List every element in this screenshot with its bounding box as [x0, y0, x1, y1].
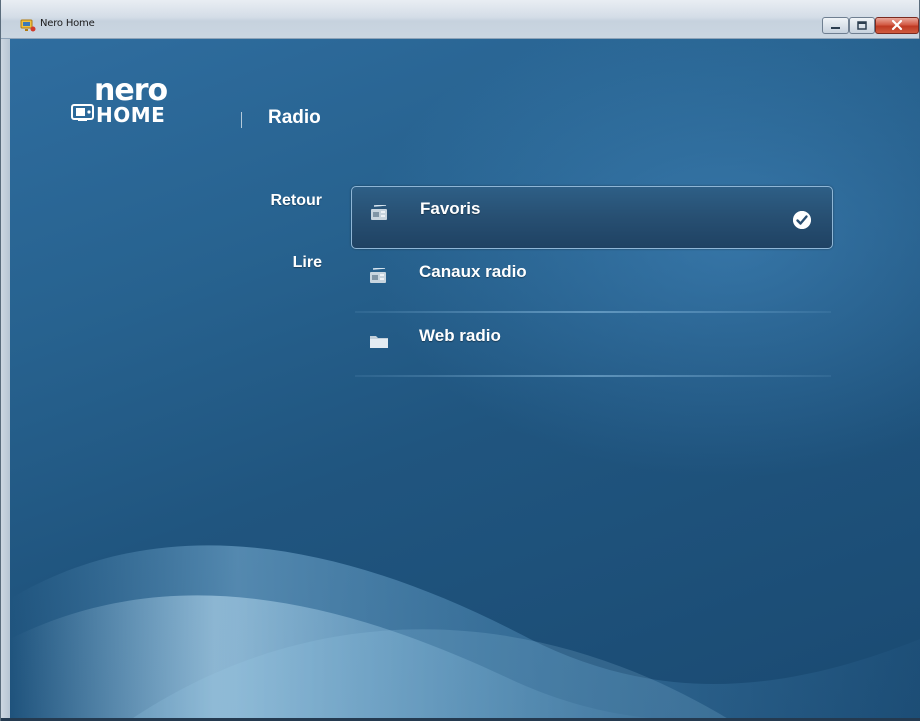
- menu-item-web-radio[interactable]: Web radio: [351, 313, 833, 375]
- header-separator: [241, 112, 242, 128]
- window-frame-left: [1, 39, 10, 720]
- maximize-icon: [857, 21, 867, 30]
- title-bar[interactable]: Nero Home: [1, 0, 919, 39]
- menu-divider: [355, 375, 831, 377]
- section-title: Radio: [268, 107, 321, 128]
- menu-item-favoris[interactable]: Favoris: [351, 186, 833, 249]
- maximize-button[interactable]: [849, 17, 875, 34]
- menu-item-label: Web radio: [419, 326, 501, 345]
- app-window: Nero Home nero HOME Radio Retour Lire Fa…: [0, 0, 920, 721]
- back-button[interactable]: Retour: [270, 192, 322, 210]
- tv-icon: [71, 104, 94, 121]
- menu-item-canaux-radio[interactable]: Canaux radio: [351, 249, 833, 311]
- minimize-button[interactable]: [822, 17, 849, 34]
- check-icon: [793, 211, 811, 229]
- menu-item-label: Canaux radio: [419, 262, 527, 281]
- window-title: Nero Home: [40, 18, 95, 29]
- close-button[interactable]: [875, 17, 919, 34]
- folder-icon: [370, 336, 388, 348]
- minimize-icon: [831, 27, 840, 29]
- play-button[interactable]: Lire: [293, 254, 322, 272]
- nero-home-app-icon: [20, 19, 36, 32]
- radio-icon: [370, 268, 386, 283]
- background-swoosh: [10, 545, 920, 720]
- close-icon: [891, 19, 903, 31]
- home-logo-text: HOME: [96, 103, 166, 127]
- menu-item-label: Favoris: [420, 199, 481, 218]
- app-content: nero HOME Radio Retour Lire Favoris Cana…: [10, 39, 920, 720]
- radio-icon: [371, 205, 387, 220]
